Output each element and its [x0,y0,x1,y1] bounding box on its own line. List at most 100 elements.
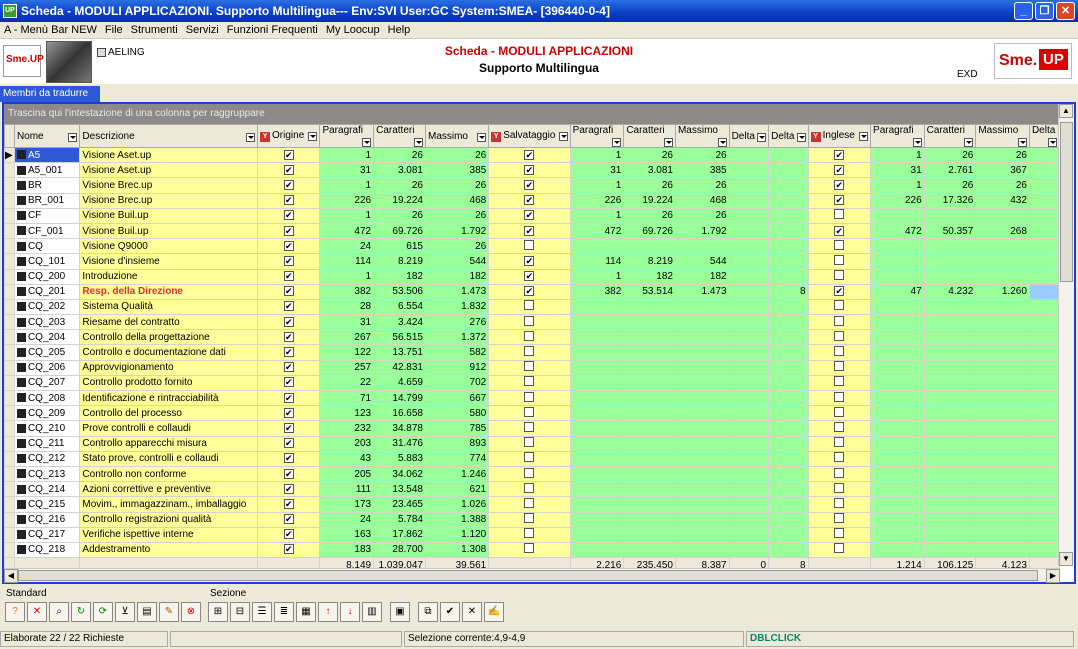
cell-value[interactable]: 1.120 [424,526,490,543]
cell-value[interactable] [975,374,1030,392]
cell-name[interactable]: CQ_217 [13,526,81,543]
cell-value[interactable] [870,314,925,331]
cell-value[interactable]: 1.792 [424,222,490,240]
cell-value[interactable]: 893 [424,435,490,452]
cell-value[interactable]: 26 [424,207,490,224]
column-header[interactable]: Caratteri [623,124,676,148]
checkbox-cell[interactable] [807,526,872,543]
checkbox-cell[interactable]: ✔ [488,222,571,240]
checkbox[interactable] [834,513,845,524]
cell-value[interactable]: 2.761 [923,162,977,179]
cell-value[interactable] [569,374,625,392]
row-selector[interactable] [4,222,15,240]
cell-value[interactable]: 31 [319,162,375,179]
cell-value[interactable]: 50.357 [923,222,977,240]
checkbox-cell[interactable]: ✔ [488,177,571,194]
checkbox[interactable] [524,391,535,402]
cell-value[interactable] [674,389,730,407]
cell-value[interactable] [768,435,809,452]
table-row[interactable]: CQ_216 Controllo registrazioni qualità ✔ 24… [4,511,1060,528]
cell-value[interactable]: 16.658 [373,405,426,422]
chevron-down-icon[interactable] [964,138,974,147]
cell-value[interactable]: 26 [373,177,426,194]
chevron-down-icon[interactable] [663,138,673,147]
cell-value[interactable]: 34.062 [373,465,426,483]
checkbox[interactable]: ✔ [283,453,294,464]
cell-value[interactable] [870,465,925,483]
checkbox-cell[interactable] [807,329,872,346]
checkbox[interactable] [524,452,535,463]
checkbox-cell[interactable] [488,526,571,543]
checkbox[interactable]: ✔ [283,225,294,236]
cell-value[interactable] [923,344,977,361]
checkbox[interactable]: ✔ [283,331,294,342]
cell-value[interactable] [623,329,676,346]
cell-value[interactable] [975,298,1030,316]
table-row[interactable]: CQ_218 Addestramento ✔ 183 28.700 1.308 [4,541,1060,559]
cell-value[interactable] [768,329,809,346]
cell-value[interactable]: 1 [319,268,375,285]
cell-value[interactable] [1028,435,1060,452]
cell-description[interactable]: Visione Q9000 [79,238,259,255]
cell-value[interactable] [870,344,925,361]
checkbox-cell[interactable]: ✔ [488,162,571,179]
cell-value[interactable] [1028,329,1060,346]
checkbox[interactable]: ✔ [283,240,294,251]
tree-first-icon[interactable]: ≣ [274,602,294,622]
cell-value[interactable] [1028,465,1060,483]
cell-description[interactable]: Stato prove, controlli e collaudi [79,450,259,467]
cell-value[interactable] [623,511,676,528]
cell-value[interactable] [623,465,676,483]
checkbox-cell[interactable]: ✔ [257,238,321,255]
cell-value[interactable] [569,314,625,331]
cell-value[interactable] [674,374,730,392]
row-selector[interactable] [4,314,15,331]
cell-value[interactable] [623,238,676,255]
cell-value[interactable]: 114 [569,253,625,270]
cell-value[interactable]: 472 [319,222,375,240]
cell-value[interactable] [975,359,1030,376]
cell-value[interactable]: 544 [424,253,490,270]
menu-my-loocup[interactable]: My Loocup [326,24,380,36]
chevron-down-icon[interactable] [68,132,78,142]
cell-value[interactable] [768,162,809,179]
checkbox-cell[interactable] [807,253,872,270]
cell-value[interactable] [674,238,730,255]
checkbox[interactable] [524,528,535,539]
table-row[interactable]: CQ_217 Verifiche ispettive interne ✔ 163 17.… [4,526,1060,543]
cell-name[interactable]: CF_001 [13,222,81,240]
checkbox[interactable]: ✔ [524,164,535,175]
cell-value[interactable]: 22 [319,374,375,392]
cell-value[interactable] [728,192,770,209]
cell-value[interactable] [870,541,925,559]
cell-name[interactable]: CQ_203 [13,314,81,331]
cell-value[interactable] [768,192,809,209]
chevron-down-icon[interactable] [717,138,727,147]
cell-value[interactable] [975,450,1030,467]
cell-value[interactable] [674,465,730,483]
cell-value[interactable] [768,177,809,194]
checkbox-cell[interactable]: ✔ [257,435,321,452]
cell-value[interactable]: 17.326 [923,192,977,209]
cell-value[interactable] [1028,496,1060,513]
cell-value[interactable]: 8.219 [373,253,426,270]
checkbox-cell[interactable] [807,344,872,361]
export-icon[interactable]: ▤ [137,602,157,622]
cell-value[interactable]: 1 [319,177,375,194]
cell-value[interactable]: 203 [319,435,375,452]
cell-value[interactable] [1028,146,1060,164]
cell-value[interactable] [728,314,770,331]
cell-description[interactable]: Controllo e documentazione dati [79,344,259,361]
checkbox-cell[interactable]: ✔ [257,526,321,543]
cell-value[interactable]: 26 [424,238,490,255]
checkbox-cell[interactable] [807,389,872,407]
cell-description[interactable]: Visione Buil.up [79,207,259,224]
cell-value[interactable] [923,207,977,224]
cell-value[interactable] [923,420,977,437]
chevron-down-icon[interactable] [362,138,372,147]
column-header[interactable]: Delta [728,124,770,148]
cell-value[interactable]: 1 [569,177,625,194]
cell-value[interactable] [728,298,770,316]
row-selector[interactable] [4,192,15,209]
cell-value[interactable]: 26 [373,146,426,164]
